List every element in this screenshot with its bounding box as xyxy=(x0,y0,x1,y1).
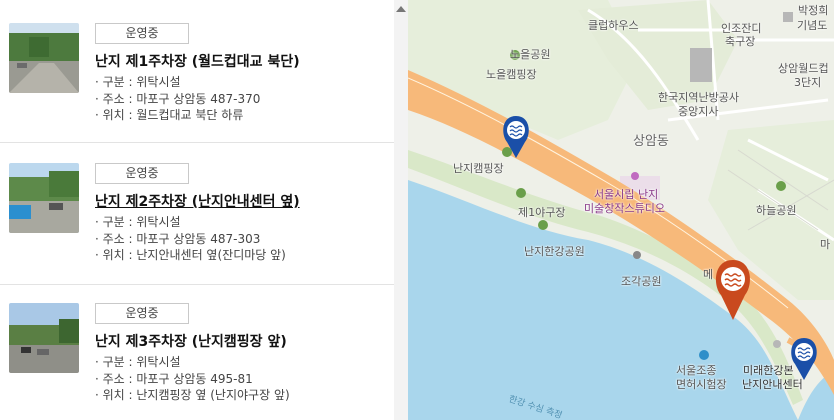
map-label-nanji-camping[interactable]: 난지캠핑장 xyxy=(453,160,504,176)
parking-location: · 위치 : 난지캠핑장 옆 (난지야구장 앞) xyxy=(95,388,290,402)
map-label-license-2[interactable]: 면허시험장 xyxy=(676,376,727,392)
status-badge: 운영중 xyxy=(95,303,189,324)
parking-list: 운영중 난지 제1주차장 (월드컵대교 북단) · 구분 : 위탁시설 · 주소… xyxy=(0,0,408,420)
map-label-turf-field-2[interactable]: 축구장 xyxy=(725,33,755,49)
map-label-me: 메 xyxy=(703,268,714,281)
list-item[interactable]: 운영중 난지 제1주차장 (월드컵대교 북단) · 구분 : 위탁시설 · 주소… xyxy=(0,0,394,140)
parking-type: · 구분 : 위탁시설 xyxy=(95,75,181,89)
parking-title[interactable]: 난지 제2주차장 (난지안내센터 옆) xyxy=(95,191,300,211)
map-label-sangam-dong: 상암동 xyxy=(633,134,669,149)
map-label-noeul-camping[interactable]: 노을캠핑장 xyxy=(486,66,537,82)
map-label-art-studio-2[interactable]: 미술창작스튜디오 xyxy=(584,200,665,216)
parking-address: · 주소 : 마포구 상암동 495-81 xyxy=(95,371,253,386)
parking-type: · 구분 : 위탁시설 xyxy=(95,215,181,229)
map-label-sculpture-park[interactable]: 조각공원 xyxy=(621,273,661,289)
scroll-up-arrow-icon[interactable] xyxy=(396,6,406,12)
parking-photo xyxy=(9,303,79,373)
parking-type: · 구분 : 위탁시설 xyxy=(95,355,181,369)
map-label-kdhc-2[interactable]: 중앙지사 xyxy=(678,103,718,119)
map-label-noeul-park[interactable]: 노을공원 xyxy=(510,46,550,62)
parking-title[interactable]: 난지 제1주차장 (월드컵대교 북단) xyxy=(95,51,300,71)
status-badge: 운영중 xyxy=(95,23,189,44)
map[interactable]: 클럽하우스 노을공원 노을캠핑장 인조잔디 축구장 박정희 기념도 한국지역난방… xyxy=(408,0,834,420)
status-badge: 운영중 xyxy=(95,163,189,184)
list-item[interactable]: 운영중 난지 제3주차장 (난지캠핑장 앞) · 구분 : 위탁시설 · 주소 … xyxy=(0,285,394,420)
map-label-clubhouse[interactable]: 클럽하우스 xyxy=(588,17,639,33)
map-label-nanji-hangang[interactable]: 난지한강공원 xyxy=(524,243,585,259)
map-label-info-center[interactable]: 난지안내센터 xyxy=(742,376,803,392)
map-label-museum-2[interactable]: 기념도 xyxy=(797,17,827,33)
parking-address: · 주소 : 마포구 상암동 487-303 xyxy=(95,231,261,246)
parking-photo xyxy=(9,163,79,233)
parking-details: · 구분 : 위탁시설 · 주소 : 마포구 상암동 487-370 · 위치 … xyxy=(95,74,260,124)
map-label-haneul-park[interactable]: 하늘공원 xyxy=(756,202,796,218)
parking-title[interactable]: 난지 제3주차장 (난지캠핑장 앞) xyxy=(95,331,287,351)
map-label-sangam-arena-2[interactable]: 3단지 xyxy=(794,74,821,90)
parking-location: · 위치 : 난지안내센터 옆(잔디마당 앞) xyxy=(95,248,286,262)
list-scrollbar[interactable] xyxy=(394,0,408,420)
parking-photo xyxy=(9,23,79,93)
map-label-museum[interactable]: 박정희 xyxy=(798,2,828,18)
parking-details: · 구분 : 위탁시설 · 주소 : 마포구 상암동 487-303 · 위치 … xyxy=(95,214,286,264)
parking-location: · 위치 : 월드컵대교 북단 하류 xyxy=(95,108,244,122)
parking-address: · 주소 : 마포구 상암동 487-370 xyxy=(95,91,261,106)
parking-details: · 구분 : 위탁시설 · 주소 : 마포구 상암동 495-81 · 위치 :… xyxy=(95,354,290,404)
list-item[interactable]: 운영중 난지 제2주차장 (난지안내센터 옆) · 구분 : 위탁시설 · 주소… xyxy=(0,143,394,283)
map-label-baseball[interactable]: 제1야구장 xyxy=(518,204,565,220)
map-label-ma: 마 xyxy=(820,238,831,251)
